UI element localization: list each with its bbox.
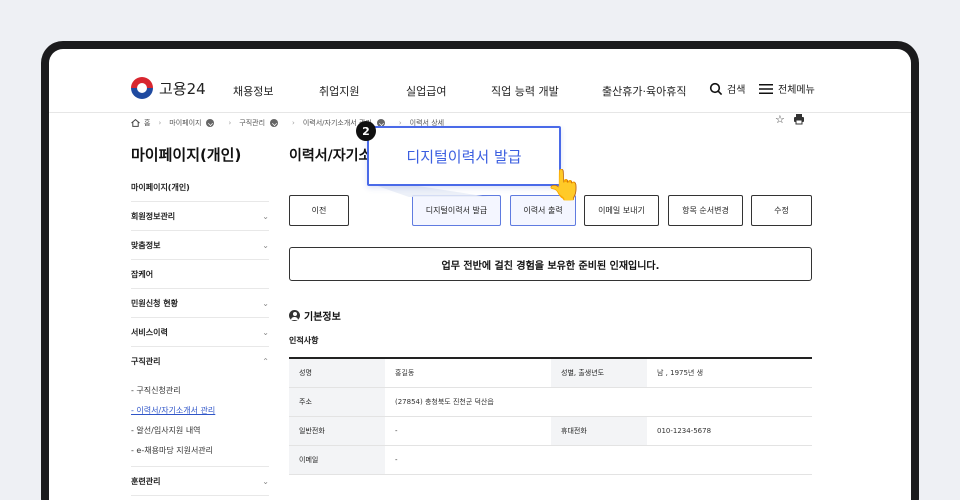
reorder-items-button[interactable]: 항목 순서변경 (668, 195, 743, 226)
chevron-down-icon: ⌄ (262, 240, 269, 250)
screen: 고용24 채용정보 취업지원 실업급여 직업 능력 개발 출산휴가·육아휴직 검… (49, 49, 911, 500)
chevron-down-icon: ⌄ (262, 327, 269, 337)
breadcrumb-separator: › (228, 119, 232, 127)
sidebar-item-label: 잡케어 (131, 269, 154, 279)
sidebar-item-label: 훈련관리 (131, 476, 161, 486)
table-header-cell: 일반전화 (289, 416, 385, 446)
sidebar-item-label: 구직관리 (131, 357, 161, 366)
home-icon[interactable] (131, 119, 140, 127)
sidebar-title: 마이페이지(개인) (131, 146, 242, 164)
search-label: 검색 (727, 85, 746, 96)
sidebar-item-custom-info[interactable]: 맞춤정보 ⌄ (131, 231, 269, 260)
all-menu-button[interactable]: 전체메뉴 (759, 81, 815, 96)
submenu-item-e-recruitment[interactable]: - e-채용마당 지원서관리 (131, 440, 269, 460)
breadcrumb-home[interactable]: 홈 (144, 118, 150, 128)
digital-resume-callout: 디지털이력서 발급 (367, 126, 561, 186)
hamburger-icon (759, 83, 773, 94)
sidebar-submenu: - 구직신청관리 - 이력서/자기소개서 관리 - 알선/입사지원 내역 - e… (131, 376, 269, 467)
search-button[interactable]: 검색 (709, 81, 745, 96)
email-send-button[interactable]: 이메일 보내기 (584, 195, 659, 226)
nav-item-unemployment-benefit[interactable]: 실업급여 (406, 83, 446, 99)
sidebar: 마이페이지(개인) 회원정보관리 ⌄ 맞춤정보 ⌄ 잡케어 민원신청 현황 ⌄ 서비스… (131, 173, 269, 496)
chevron-down-icon: ⌄ (262, 211, 269, 221)
sidebar-item-label: 맞춤정보 (131, 240, 161, 250)
sidebar-item-label: 회원정보관리 (131, 211, 176, 221)
section-title-label: 기본정보 (304, 312, 341, 323)
sidebar-item-mypage[interactable]: 마이페이지(개인) (131, 173, 269, 202)
sidebar-item-civil-petition[interactable]: 민원신청 현황 ⌄ (131, 289, 269, 318)
sidebar-item-service-history[interactable]: 서비스이력 ⌄ (131, 318, 269, 347)
table-cell: 홍길동 (385, 358, 551, 388)
sidebar-item-member-info[interactable]: 회원정보관리 ⌄ (131, 202, 269, 231)
table-header-cell: 성별, 출생년도 (551, 358, 647, 388)
table-header-cell: 주소 (289, 387, 385, 417)
submenu-item-job-application[interactable]: - 구직신청관리 (131, 380, 269, 400)
digital-resume-issue-button[interactable]: 디지털이력서 발급 (412, 195, 501, 226)
chevron-down-icon: ⌄ (262, 476, 269, 486)
table-cell: (27854) 충청북도 진천군 덕산읍 (385, 387, 812, 417)
person-icon (289, 310, 300, 321)
resume-headline: 업무 전반에 걸친 경험을 보유한 준비된 인재입니다. (289, 247, 812, 281)
edit-button[interactable]: 수정 (751, 195, 812, 226)
all-menu-label: 전체메뉴 (778, 85, 815, 96)
sidebar-item-jobcare[interactable]: 잡케어 (131, 260, 269, 289)
breadcrumb-job-management[interactable]: 구직관리 (239, 118, 265, 128)
utility-icons: ☆ (775, 113, 805, 126)
table-cell: - (385, 445, 812, 475)
nav-item-vocational-training[interactable]: 직업 능력 개발 (491, 83, 559, 99)
chevron-down-icon[interactable] (206, 119, 215, 127)
nav-item-maternity-leave[interactable]: 출산휴가·육아휴직 (602, 83, 686, 99)
section-title-basic-info: 기본정보 (289, 308, 341, 323)
search-icon (709, 82, 723, 95)
star-icon[interactable]: ☆ (775, 113, 785, 126)
sidebar-item-job-management[interactable]: 구직관리 ⌃ (131, 347, 269, 376)
table-header-cell: 이메일 (289, 445, 385, 475)
submenu-item-referral-history[interactable]: - 알선/입사지원 내역 (131, 420, 269, 440)
table-header-cell: 성명 (289, 358, 385, 388)
sidebar-item-label: 서비스이력 (131, 327, 168, 337)
chevron-down-icon[interactable] (270, 119, 279, 127)
sidebar-item-label: 마이페이지(개인) (131, 182, 190, 192)
personal-info-table: 성명 홍길동 성별, 출생년도 남 , 1975년 생 주소 (27854) 충… (289, 357, 812, 475)
step-badge: 2 (356, 121, 376, 141)
table-row: 이메일 - (289, 445, 812, 475)
table-row: 일반전화 - 휴대전화 010-1234-5678 (289, 416, 812, 446)
table-cell: 010-1234-5678 (647, 416, 812, 446)
table-cell: 남 , 1975년 생 (647, 358, 812, 388)
nav-item-employment-support[interactable]: 취업지원 (319, 83, 359, 99)
sidebar-item-label: 민원신청 현황 (131, 298, 178, 308)
emblem-icon (131, 77, 153, 99)
table-header-cell: 휴대전화 (551, 416, 647, 446)
submenu-item-resume-management[interactable]: - 이력서/자기소개서 관리 (131, 400, 269, 420)
pointing-hand-icon: 👆 (546, 168, 584, 203)
table-row: 주소 (27854) 충청북도 진천군 덕산읍 (289, 387, 812, 417)
breadcrumb-mypage[interactable]: 마이페이지 (169, 118, 201, 128)
table-row: 성명 홍길동 성별, 출생년도 남 , 1975년 생 (289, 358, 812, 388)
logo-text: 고용24 (159, 79, 206, 98)
chevron-up-icon: ⌃ (262, 357, 269, 366)
sidebar-item-training-management[interactable]: 훈련관리 ⌄ (131, 467, 269, 496)
print-icon[interactable] (793, 113, 805, 125)
nav-item-jobs[interactable]: 채용정보 (233, 83, 273, 99)
back-button[interactable]: 이전 (289, 195, 349, 226)
breadcrumb-separator: › (158, 119, 162, 127)
table-cell: - (385, 416, 551, 446)
chevron-down-icon: ⌄ (262, 298, 269, 308)
breadcrumb-separator: › (292, 119, 295, 127)
site-logo[interactable]: 고용24 (131, 77, 206, 99)
subsection-title: 인적사항 (289, 336, 319, 345)
